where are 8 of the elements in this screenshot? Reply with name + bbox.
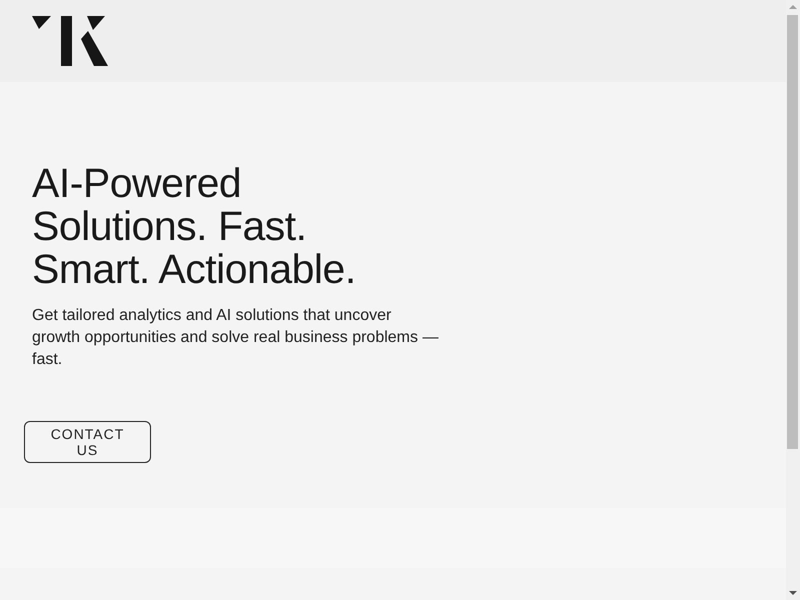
scroll-down-icon[interactable]	[789, 591, 797, 595]
scrollbar[interactable]	[786, 0, 800, 600]
scrollbar-thumb[interactable]	[787, 15, 798, 449]
contact-button[interactable]: CONTACT US	[24, 421, 151, 463]
scroll-up-icon[interactable]	[789, 5, 797, 9]
hero-heading: AI-Powered Solutions. Fast. Smart. Actionable.	[32, 162, 357, 291]
hero-text: Get tailored analytics and AI solutions that uncover growth opportunities and solve real business problems — fast.	[32, 306, 440, 370]
logo-icon[interactable]	[32, 16, 108, 66]
